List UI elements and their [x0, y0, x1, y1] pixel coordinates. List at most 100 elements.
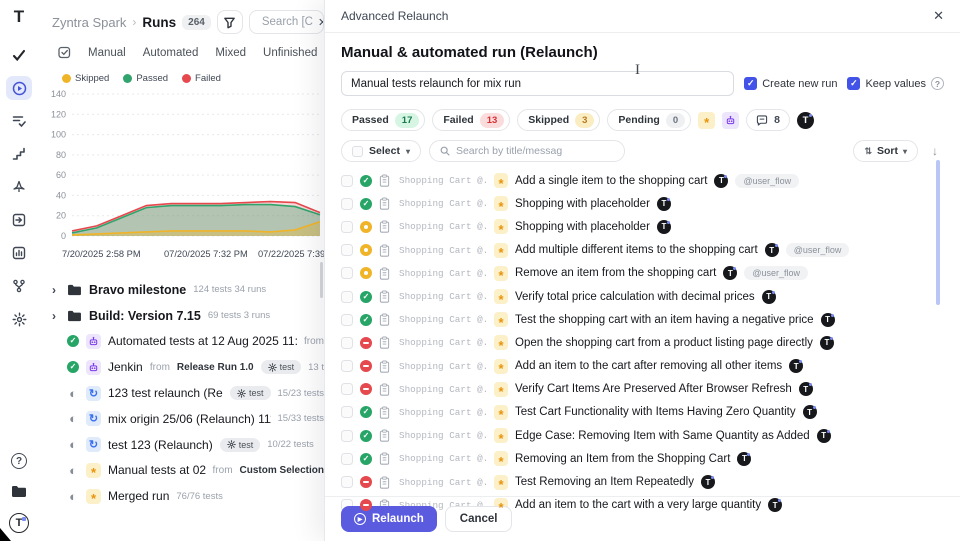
app-logo-icon[interactable]: T — [14, 8, 24, 25]
settings-gear-icon[interactable] — [6, 307, 32, 331]
x-label-2: 07/20/2025 7:32 PM — [164, 249, 248, 259]
test-checkbox[interactable] — [341, 430, 353, 442]
test-checkbox[interactable] — [341, 383, 353, 395]
run-source: Release Run 1.0 — [177, 362, 254, 373]
test-row[interactable]: Shopping Cart @...Verify total price cal… — [341, 285, 944, 308]
test-row[interactable]: Shopping Cart @...Shopping with placehol… — [341, 192, 944, 215]
manual-filter-icon[interactable] — [698, 112, 715, 129]
test-row[interactable]: Shopping Cart @...Add a single item to t… — [341, 169, 944, 192]
test-checkbox[interactable] — [341, 453, 353, 465]
run-row[interactable]: Automated tests at 12 Aug 2025 11:08 (Re… — [38, 329, 324, 355]
modal-header: Advanced Relaunch ✕ — [325, 0, 960, 33]
run-row[interactable]: 123 test relaunch (Relaunch)test15/23 te… — [38, 380, 324, 406]
test-checkbox[interactable] — [341, 244, 353, 256]
test-checkbox[interactable] — [341, 476, 353, 488]
automated-filter-icon[interactable] — [722, 112, 739, 129]
assignee-avatar: T — [762, 290, 776, 304]
status-passed-icon — [360, 406, 372, 418]
manual-test-icon — [494, 382, 508, 397]
test-suite: Shopping Cart @... — [399, 291, 487, 302]
filter-failed-pill[interactable]: Failed13 — [432, 109, 510, 131]
play-icon: ▶ — [354, 513, 366, 525]
test-checkbox[interactable] — [341, 175, 353, 187]
user-avatar[interactable]: T — [9, 513, 29, 533]
import-icon[interactable] — [6, 208, 32, 232]
breadcrumb-project[interactable]: Zyntra Spark — [52, 15, 126, 30]
test-checkbox[interactable] — [341, 221, 353, 233]
tests-search-input[interactable]: Search by title/messag — [429, 140, 625, 162]
chevron-right-icon[interactable]: › — [52, 283, 60, 297]
manual-test-icon — [494, 266, 508, 281]
status-passed-icon — [360, 291, 372, 303]
filter-skipped-pill[interactable]: Skipped3 — [517, 109, 600, 131]
test-row[interactable]: Shopping Cart @...Open the shopping cart… — [341, 331, 944, 354]
test-row[interactable]: Shopping Cart @...Test the shopping cart… — [341, 308, 944, 331]
close-icon[interactable]: ✕ — [933, 8, 944, 24]
filter-button[interactable] — [217, 10, 243, 34]
filter-pending-pill[interactable]: Pending0 — [607, 109, 691, 131]
plan-icon[interactable] — [6, 175, 32, 199]
manual-test-icon — [494, 312, 508, 327]
test-row[interactable]: Shopping Cart @...Verify Cart Items Are … — [341, 378, 944, 401]
keep-values-checkbox[interactable]: ✓ Keep values ? — [847, 77, 944, 90]
funnel-icon — [223, 16, 236, 29]
help-tooltip-icon[interactable]: ? — [931, 77, 944, 90]
test-checkbox[interactable] — [341, 198, 353, 210]
test-row[interactable]: Shopping Cart @...Removing an Item from … — [341, 447, 944, 470]
run-folder-row[interactable]: ›Build: Version 7.1569 tests 3 runs — [38, 303, 324, 329]
tests-scrollbar[interactable] — [936, 160, 940, 305]
run-name-input[interactable] — [341, 71, 734, 96]
test-checkbox[interactable] — [341, 360, 353, 372]
run-row[interactable]: Manual tests at 02 Aug 2025 13:38fromCus… — [38, 458, 324, 484]
panel-scrollbar[interactable] — [320, 262, 323, 298]
run-folder-row[interactable]: ›Bravo milestone124 tests 34 runs — [38, 277, 324, 303]
tab-manual[interactable]: Manual — [88, 47, 126, 59]
run-row[interactable]: test 123 (Relaunch)test10/22 tests — [38, 432, 324, 458]
branch-icon[interactable] — [6, 274, 32, 298]
test-row[interactable]: Shopping Cart @...Remove an item from th… — [341, 262, 944, 285]
tab-automated[interactable]: Automated — [143, 47, 199, 59]
select-all-icon[interactable] — [58, 46, 71, 59]
test-row[interactable]: Shopping Cart @...Add an item to the car… — [341, 355, 944, 378]
filter-passed-pill[interactable]: Passed17 — [341, 109, 425, 131]
steps-icon[interactable] — [6, 142, 32, 166]
test-row[interactable]: Shopping Cart @...Edge Case: Removing It… — [341, 424, 944, 447]
select-dropdown[interactable]: Select ▾ — [341, 140, 421, 162]
help-icon[interactable]: ? — [11, 453, 27, 469]
test-checkbox[interactable] — [341, 337, 353, 349]
run-source: Custom Selection — [240, 465, 324, 476]
tasks-check-icon[interactable] — [6, 43, 32, 67]
projects-folder-icon[interactable] — [6, 479, 32, 503]
create-new-run-checkbox[interactable]: ✓ Create new run — [744, 77, 837, 90]
test-row[interactable]: Shopping Cart @...Add multiple different… — [341, 239, 944, 262]
test-row[interactable]: Shopping Cart @...Test Cart Functionalit… — [341, 401, 944, 424]
run-row[interactable]: Merged run76/76 tests — [38, 483, 324, 509]
report-icon[interactable] — [6, 241, 32, 265]
relaunch-button[interactable]: ▶ Relaunch — [341, 506, 437, 532]
sort-button[interactable]: ⇅ Sort ▾ — [853, 140, 918, 162]
test-checkbox[interactable] — [341, 291, 353, 303]
assignee-avatar: T — [799, 382, 813, 396]
test-row[interactable]: Shopping Cart @...Test Removing an Item … — [341, 470, 944, 493]
test-suite: Shopping Cart @... — [399, 175, 487, 186]
test-list-icon[interactable] — [6, 109, 32, 133]
run-row[interactable]: Jenkins run (Relaunch)fromRelease Run 1.… — [38, 354, 324, 380]
chevron-right-icon[interactable]: › — [52, 309, 60, 323]
run-row[interactable]: mix origin 25/06 (Relaunch) 111115/33 te… — [38, 406, 324, 432]
test-checkbox[interactable] — [341, 314, 353, 326]
runs-play-icon[interactable] — [6, 76, 32, 100]
tab-mixed[interactable]: Mixed — [215, 47, 246, 59]
sort-direction-button[interactable]: ↓ — [926, 144, 944, 158]
comments-filter-pill[interactable]: 8 — [746, 109, 790, 131]
status-skipped-icon — [360, 221, 372, 233]
select-checkbox[interactable] — [352, 146, 363, 157]
status-passed-icon — [67, 335, 79, 347]
test-row[interactable]: Shopping Cart @...Shopping with placehol… — [341, 215, 944, 238]
test-checkbox[interactable] — [341, 406, 353, 418]
assignee-avatar[interactable]: T — [797, 112, 814, 129]
test-suite: Shopping Cart @... — [399, 221, 487, 232]
test-checkbox[interactable] — [341, 267, 353, 279]
clipboard-icon — [379, 383, 392, 396]
runs-search-input[interactable]: Search [C ✕ — [249, 10, 324, 34]
tab-unfinished[interactable]: Unfinished — [263, 47, 317, 59]
